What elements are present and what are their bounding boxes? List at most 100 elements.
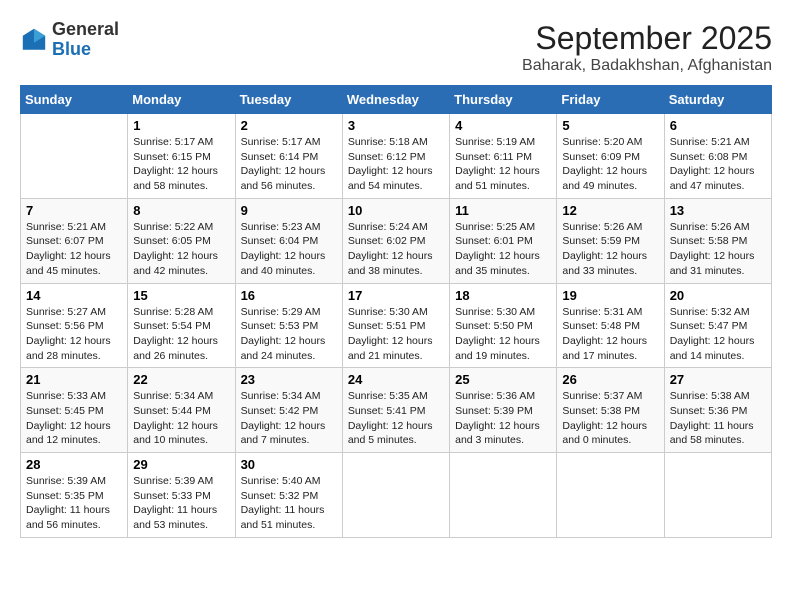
day-number: 10 bbox=[348, 203, 444, 218]
logo-blue: Blue bbox=[52, 39, 91, 59]
day-number: 19 bbox=[562, 288, 658, 303]
day-number: 2 bbox=[241, 118, 337, 133]
cell-content: Sunrise: 5:33 AM Sunset: 5:45 PM Dayligh… bbox=[26, 389, 122, 448]
calendar-cell: 6 Sunrise: 5:21 AM Sunset: 6:08 PM Daylig… bbox=[664, 114, 771, 199]
calendar-cell: 9Sunrise: 5:23 AM Sunset: 6:04 PM Daylig… bbox=[235, 198, 342, 283]
location: Baharak, Badakhshan, Afghanistan bbox=[522, 57, 772, 75]
calendar-cell: 1 Sunrise: 5:17 AM Sunset: 6:15 PM Daylig… bbox=[128, 114, 235, 199]
day-number: 21 bbox=[26, 372, 122, 387]
logo-general: General bbox=[52, 19, 119, 39]
day-number: 3 bbox=[348, 118, 444, 133]
calendar-cell: 4 Sunrise: 5:19 AM Sunset: 6:11 PM Daylig… bbox=[450, 114, 557, 199]
calendar-cell: 7 Sunrise: 5:21 AM Sunset: 6:07 PM Daylig… bbox=[21, 198, 128, 283]
day-number: 25 bbox=[455, 372, 551, 387]
header-day-saturday: Saturday bbox=[664, 86, 771, 114]
day-number: 8 bbox=[133, 203, 229, 218]
calendar-cell bbox=[342, 453, 449, 538]
calendar-cell: 20Sunrise: 5:32 AM Sunset: 5:47 PM Dayli… bbox=[664, 283, 771, 368]
day-number: 4 bbox=[455, 118, 551, 133]
day-number: 16 bbox=[241, 288, 337, 303]
calendar-cell: 8 Sunrise: 5:22 AM Sunset: 6:05 PM Daylig… bbox=[128, 198, 235, 283]
logo-icon bbox=[20, 26, 48, 54]
cell-content: Sunrise: 5:32 AM Sunset: 5:47 PM Dayligh… bbox=[670, 305, 766, 364]
cell-content: Sunrise: 5:34 AM Sunset: 5:44 PM Dayligh… bbox=[133, 389, 229, 448]
day-number: 27 bbox=[670, 372, 766, 387]
cell-content: Sunrise: 5:39 AM Sunset: 5:33 PM Dayligh… bbox=[133, 474, 229, 533]
calendar-cell bbox=[450, 453, 557, 538]
cell-content: Sunrise: 5:34 AM Sunset: 5:42 PM Dayligh… bbox=[241, 389, 337, 448]
day-number: 22 bbox=[133, 372, 229, 387]
day-number: 1 bbox=[133, 118, 229, 133]
day-number: 28 bbox=[26, 457, 122, 472]
day-number: 7 bbox=[26, 203, 122, 218]
day-number: 26 bbox=[562, 372, 658, 387]
day-number: 6 bbox=[670, 118, 766, 133]
calendar-week-4: 21 Sunrise: 5:33 AM Sunset: 5:45 PM Dayli… bbox=[21, 368, 772, 453]
cell-content: Sunrise: 5:19 AM Sunset: 6:11 PM Dayligh… bbox=[455, 135, 551, 194]
cell-content: Sunrise: 5:20 AM Sunset: 6:09 PM Dayligh… bbox=[562, 135, 658, 194]
calendar-cell: 14Sunrise: 5:27 AM Sunset: 5:56 PM Dayli… bbox=[21, 283, 128, 368]
calendar-cell: 13Sunrise: 5:26 AM Sunset: 5:58 PM Dayli… bbox=[664, 198, 771, 283]
calendar-table: SundayMondayTuesdayWednesdayThursdayFrid… bbox=[20, 85, 772, 538]
cell-content: Sunrise: 5:31 AM Sunset: 5:48 PM Dayligh… bbox=[562, 305, 658, 364]
day-number: 24 bbox=[348, 372, 444, 387]
calendar-cell: 11 Sunrise: 5:25 AM Sunset: 6:01 PM Dayli… bbox=[450, 198, 557, 283]
header-day-monday: Monday bbox=[128, 86, 235, 114]
cell-content: Sunrise: 5:30 AM Sunset: 5:51 PM Dayligh… bbox=[348, 305, 444, 364]
calendar-week-1: 1 Sunrise: 5:17 AM Sunset: 6:15 PM Daylig… bbox=[21, 114, 772, 199]
header-day-friday: Friday bbox=[557, 86, 664, 114]
cell-content: Sunrise: 5:39 AM Sunset: 5:35 PM Dayligh… bbox=[26, 474, 122, 533]
title-section: September 2025 Baharak, Badakhshan, Afgh… bbox=[522, 20, 772, 75]
cell-content: Sunrise: 5:21 AM Sunset: 6:08 PM Dayligh… bbox=[670, 135, 766, 194]
day-number: 18 bbox=[455, 288, 551, 303]
header-day-sunday: Sunday bbox=[21, 86, 128, 114]
day-number: 9 bbox=[241, 203, 337, 218]
cell-content: Sunrise: 5:18 AM Sunset: 6:12 PM Dayligh… bbox=[348, 135, 444, 194]
day-number: 14 bbox=[26, 288, 122, 303]
calendar-cell: 5 Sunrise: 5:20 AM Sunset: 6:09 PM Daylig… bbox=[557, 114, 664, 199]
day-number: 23 bbox=[241, 372, 337, 387]
logo-text: General Blue bbox=[52, 20, 119, 60]
day-number: 30 bbox=[241, 457, 337, 472]
calendar-cell: 18 Sunrise: 5:30 AM Sunset: 5:50 PM Dayli… bbox=[450, 283, 557, 368]
calendar-cell: 17Sunrise: 5:30 AM Sunset: 5:51 PM Dayli… bbox=[342, 283, 449, 368]
calendar-cell: 25Sunrise: 5:36 AM Sunset: 5:39 PM Dayli… bbox=[450, 368, 557, 453]
calendar-week-3: 14Sunrise: 5:27 AM Sunset: 5:56 PM Dayli… bbox=[21, 283, 772, 368]
cell-content: Sunrise: 5:40 AM Sunset: 5:32 PM Dayligh… bbox=[241, 474, 337, 533]
cell-content: Sunrise: 5:28 AM Sunset: 5:54 PM Dayligh… bbox=[133, 305, 229, 364]
calendar-cell: 12 Sunrise: 5:26 AM Sunset: 5:59 PM Dayli… bbox=[557, 198, 664, 283]
cell-content: Sunrise: 5:17 AM Sunset: 6:15 PM Dayligh… bbox=[133, 135, 229, 194]
cell-content: Sunrise: 5:35 AM Sunset: 5:41 PM Dayligh… bbox=[348, 389, 444, 448]
month-year: September 2025 bbox=[522, 20, 772, 57]
calendar-cell: 3 Sunrise: 5:18 AM Sunset: 6:12 PM Daylig… bbox=[342, 114, 449, 199]
cell-content: Sunrise: 5:26 AM Sunset: 5:59 PM Dayligh… bbox=[562, 220, 658, 279]
header-row: SundayMondayTuesdayWednesdayThursdayFrid… bbox=[21, 86, 772, 114]
calendar-cell: 16Sunrise: 5:29 AM Sunset: 5:53 PM Dayli… bbox=[235, 283, 342, 368]
day-number: 12 bbox=[562, 203, 658, 218]
calendar-cell: 30 Sunrise: 5:40 AM Sunset: 5:32 PM Dayli… bbox=[235, 453, 342, 538]
calendar-cell: 21 Sunrise: 5:33 AM Sunset: 5:45 PM Dayli… bbox=[21, 368, 128, 453]
calendar-cell: 19 Sunrise: 5:31 AM Sunset: 5:48 PM Dayli… bbox=[557, 283, 664, 368]
calendar-cell bbox=[21, 114, 128, 199]
cell-content: Sunrise: 5:30 AM Sunset: 5:50 PM Dayligh… bbox=[455, 305, 551, 364]
day-number: 11 bbox=[455, 203, 551, 218]
calendar-cell bbox=[557, 453, 664, 538]
day-number: 13 bbox=[670, 203, 766, 218]
day-number: 5 bbox=[562, 118, 658, 133]
calendar-cell: 2 Sunrise: 5:17 AM Sunset: 6:14 PM Daylig… bbox=[235, 114, 342, 199]
cell-content: Sunrise: 5:25 AM Sunset: 6:01 PM Dayligh… bbox=[455, 220, 551, 279]
calendar-week-5: 28 Sunrise: 5:39 AM Sunset: 5:35 PM Dayli… bbox=[21, 453, 772, 538]
day-number: 29 bbox=[133, 457, 229, 472]
cell-content: Sunrise: 5:22 AM Sunset: 6:05 PM Dayligh… bbox=[133, 220, 229, 279]
cell-content: Sunrise: 5:24 AM Sunset: 6:02 PM Dayligh… bbox=[348, 220, 444, 279]
cell-content: Sunrise: 5:21 AM Sunset: 6:07 PM Dayligh… bbox=[26, 220, 122, 279]
calendar-week-2: 7 Sunrise: 5:21 AM Sunset: 6:07 PM Daylig… bbox=[21, 198, 772, 283]
header-day-wednesday: Wednesday bbox=[342, 86, 449, 114]
calendar-cell: 29 Sunrise: 5:39 AM Sunset: 5:33 PM Dayli… bbox=[128, 453, 235, 538]
cell-content: Sunrise: 5:17 AM Sunset: 6:14 PM Dayligh… bbox=[241, 135, 337, 194]
day-number: 15 bbox=[133, 288, 229, 303]
page-header: General Blue September 2025 Baharak, Bad… bbox=[20, 20, 772, 75]
calendar-cell: 28 Sunrise: 5:39 AM Sunset: 5:35 PM Dayli… bbox=[21, 453, 128, 538]
calendar-cell: 23 Sunrise: 5:34 AM Sunset: 5:42 PM Dayli… bbox=[235, 368, 342, 453]
calendar-cell: 22 Sunrise: 5:34 AM Sunset: 5:44 PM Dayli… bbox=[128, 368, 235, 453]
